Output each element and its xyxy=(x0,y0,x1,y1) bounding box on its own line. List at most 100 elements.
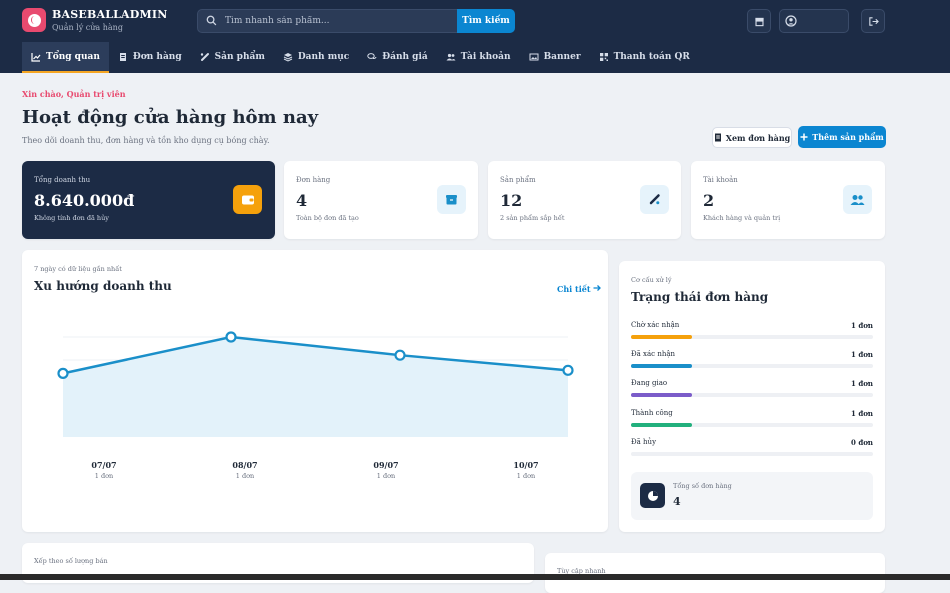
revenue-caption: 7 ngày có dữ liệu gần nhất xyxy=(34,265,122,273)
x-label: 07/07 xyxy=(91,460,117,470)
receipt-icon xyxy=(119,52,126,61)
status-title: Trạng thái đơn hàng xyxy=(631,290,769,304)
baseball-bat-icon xyxy=(200,52,209,61)
total-orders-box: Tổng số đơn hàng 4 xyxy=(631,472,873,520)
revenue-point[interactable] xyxy=(394,349,406,361)
plus-icon xyxy=(800,133,808,141)
main-nav: Tổng quan Đơn hàng Sản phẩm Danh mục Đán… xyxy=(22,42,699,73)
kpi-card-revenue: Tổng doanh thu 8.640.000đ Không tính đơn… xyxy=(22,161,275,239)
x-label: 09/07 xyxy=(373,460,399,470)
wallet-icon xyxy=(233,185,262,214)
baseball-bat-icon xyxy=(640,185,669,214)
x-sublabel: 1 đơn xyxy=(516,472,536,480)
status-value: 0 đơn xyxy=(851,438,873,447)
status-track xyxy=(631,393,873,397)
best-sellers-caption: Xếp theo số lượng bán xyxy=(34,557,108,565)
store-icon xyxy=(754,17,764,26)
x-label: 08/07 xyxy=(232,460,258,470)
kpi-card-accounts: Tài khoản 2 Khách hàng và quản trị xyxy=(691,161,885,239)
kpi-card-orders: Đơn hàng 4 Toàn bộ đơn đã tạo xyxy=(284,161,478,239)
status-bar-fill xyxy=(631,423,692,427)
status-bar-fill xyxy=(631,364,692,368)
status-value: 1 đơn xyxy=(851,350,873,359)
nav-label: Thanh toán QR xyxy=(613,51,690,62)
kpi-label: Sản phẩm xyxy=(500,176,536,184)
nav-label: Sản phẩm xyxy=(214,51,265,62)
top-header: BASEBALLADMIN Quản lý cửa hàng Tìm kiếm … xyxy=(0,0,950,73)
revenue-chart xyxy=(57,331,574,437)
nav-label: Đánh giá xyxy=(382,51,428,62)
view-orders-label: Xem đơn hàng xyxy=(725,132,791,143)
status-name: Chờ xác nhận xyxy=(631,321,680,329)
nav-item-accounts[interactable]: Tài khoản xyxy=(437,42,520,73)
revenue-point[interactable] xyxy=(57,367,69,379)
greeting: Xin chào, Quản trị viên xyxy=(22,89,126,99)
revenue-detail-link[interactable]: Chi tiết xyxy=(557,284,602,294)
kpi-label: Đơn hàng xyxy=(296,176,331,184)
status-track xyxy=(631,335,873,339)
nav-label: Banner xyxy=(543,51,581,62)
x-label: 10/07 xyxy=(513,460,539,470)
total-orders-value: 4 xyxy=(673,495,681,508)
kpi-value: 4 xyxy=(296,191,308,210)
nav-item-banner[interactable]: Banner xyxy=(520,42,590,73)
qr-icon xyxy=(599,52,608,61)
search-input[interactable] xyxy=(225,10,453,32)
page-subtitle: Theo dõi doanh thu, đơn hàng và tồn kho … xyxy=(22,136,270,145)
kpi-value: 8.640.000đ xyxy=(34,191,135,210)
nav-item-qr-payment[interactable]: Thanh toán QR xyxy=(590,42,699,73)
brand-name: BASEBALLADMIN xyxy=(52,8,168,21)
add-product-button[interactable]: Thêm sản phẩm xyxy=(798,126,886,148)
account-menu[interactable] xyxy=(779,9,849,33)
user-circle-icon xyxy=(785,15,797,27)
status-track xyxy=(631,452,873,456)
chart-line-icon xyxy=(31,52,41,62)
status-track xyxy=(631,364,873,368)
revenue-point[interactable] xyxy=(562,364,574,376)
x-sublabel: 1 đơn xyxy=(376,472,396,480)
status-name: Thành công xyxy=(631,409,673,417)
x-sublabel: 1 đơn xyxy=(94,472,114,480)
search-icon xyxy=(206,15,217,26)
logout-button[interactable] xyxy=(861,9,885,33)
revenue-title: Xu hướng doanh thu xyxy=(34,279,172,293)
nav-item-categories[interactable]: Danh mục xyxy=(274,42,358,73)
status-name: Đang giao xyxy=(631,379,668,387)
pie-chart-icon xyxy=(640,483,665,508)
os-taskbar xyxy=(0,574,950,580)
kpi-value: 12 xyxy=(500,191,523,210)
view-orders-button[interactable]: Xem đơn hàng xyxy=(712,127,792,148)
nav-item-overview[interactable]: Tổng quan xyxy=(22,42,109,73)
receipt-icon xyxy=(714,133,721,142)
users-icon xyxy=(446,53,456,60)
box-icon xyxy=(437,185,466,214)
nav-item-reviews[interactable]: Đánh giá xyxy=(358,42,436,73)
kpi-note: Khách hàng và quản trị xyxy=(703,214,781,222)
users-icon xyxy=(843,185,872,214)
logout-icon xyxy=(868,16,879,26)
status-bar-fill xyxy=(631,393,692,397)
status-value: 1 đơn xyxy=(851,379,873,388)
kpi-value: 2 xyxy=(703,191,715,210)
kpi-label: Tổng doanh thu xyxy=(34,176,91,184)
status-bar-fill xyxy=(631,335,692,339)
status-track xyxy=(631,423,873,427)
status-caption: Cơ cấu xử lý xyxy=(631,276,672,284)
status-name: Đã hủy xyxy=(631,438,657,446)
store-button[interactable] xyxy=(747,9,771,33)
total-orders-label: Tổng số đơn hàng xyxy=(673,482,732,490)
search-button[interactable]: Tìm kiếm xyxy=(457,9,515,33)
kpi-note: 2 sản phẩm sắp hết xyxy=(500,214,565,222)
detail-label: Chi tiết xyxy=(557,284,591,294)
nav-item-orders[interactable]: Đơn hàng xyxy=(109,42,191,73)
nav-label: Danh mục xyxy=(297,51,350,62)
nav-item-products[interactable]: Sản phẩm xyxy=(191,42,274,73)
status-value: 1 đơn xyxy=(851,409,873,418)
status-value: 1 đơn xyxy=(851,321,873,330)
search-bar: Tìm kiếm xyxy=(197,9,515,33)
kpi-note: Không tính đơn đã hủy xyxy=(34,214,109,222)
logo[interactable] xyxy=(22,8,46,32)
kpi-card-products: Sản phẩm 12 2 sản phẩm sắp hết xyxy=(488,161,681,239)
revenue-area xyxy=(63,337,568,437)
revenue-point[interactable] xyxy=(225,331,237,343)
